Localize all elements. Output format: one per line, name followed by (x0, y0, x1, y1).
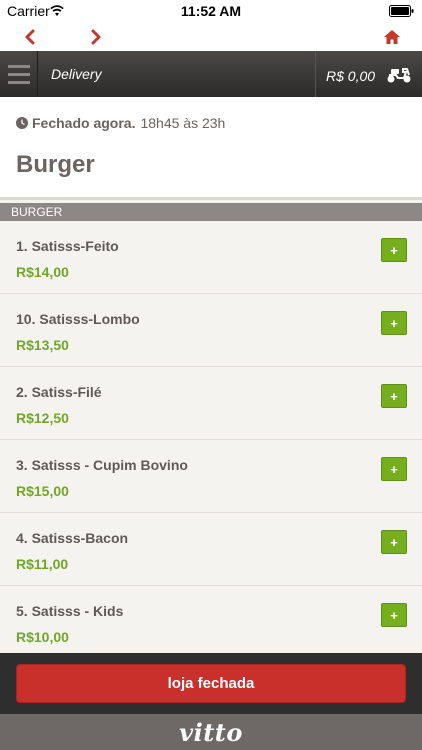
add-to-cart-button[interactable]: + (381, 384, 407, 408)
product-price: R$15,00 (16, 483, 69, 499)
battery-icon (389, 5, 414, 17)
app-header: Delivery R$ 0,00 (0, 51, 422, 97)
product-name: 10. Satisss-Lombo (16, 311, 140, 327)
product-name: 5. Satisss - Kids (16, 603, 124, 619)
scooter-icon[interactable] (386, 64, 412, 84)
store-status-label: Fechado agora. (32, 115, 136, 131)
add-to-cart-button[interactable]: + (381, 457, 407, 481)
home-icon (384, 30, 400, 44)
product-item[interactable]: 1. Satisss-Feito R$14,00 + (0, 221, 422, 294)
chevron-left-icon (25, 29, 35, 45)
product-price: R$12,50 (16, 410, 69, 426)
product-item[interactable]: 2. Satiss-Filé R$12,50 + (0, 367, 422, 440)
header-title: Delivery (51, 66, 102, 82)
product-name: 3. Satisss - Cupim Bovino (16, 457, 188, 473)
status-bar: Carrier 11:52 AM (0, 0, 422, 22)
store-info: Fechado agora. 18h45 às 23h Burger (0, 97, 422, 200)
section-header: BURGER (0, 203, 422, 221)
forward-button[interactable] (84, 25, 108, 49)
hamburger-menu-icon[interactable] (0, 51, 38, 97)
add-to-cart-button[interactable]: + (381, 311, 407, 335)
product-price: R$13,50 (16, 337, 69, 353)
add-to-cart-button[interactable]: + (381, 238, 407, 262)
store-closed-button[interactable]: loja fechada (16, 664, 406, 703)
back-button[interactable] (18, 25, 42, 49)
browser-nav-bar (0, 22, 422, 51)
product-name: 1. Satisss-Feito (16, 238, 119, 254)
add-to-cart-button[interactable]: + (381, 530, 407, 554)
vitto-logo: vitto (179, 717, 243, 747)
chevron-right-icon (91, 29, 101, 45)
header-divider (315, 51, 316, 97)
product-price: R$14,00 (16, 264, 69, 280)
add-to-cart-button[interactable]: + (381, 603, 407, 627)
product-name: 2. Satiss-Filé (16, 384, 102, 400)
product-list: 1. Satisss-Feito R$14,00 + 10. Satisss-L… (0, 221, 422, 659)
store-status-row: Fechado agora. 18h45 às 23h (16, 115, 225, 131)
store-hours: 18h45 às 23h (140, 115, 226, 131)
clock-time: 11:52 AM (180, 3, 242, 19)
product-name: 4. Satisss-Bacon (16, 530, 129, 546)
clock-icon (16, 117, 28, 129)
product-price: R$11,00 (16, 556, 69, 572)
cart-total[interactable]: R$ 0,00 (326, 68, 375, 84)
bottom-action-bar: loja fechada (0, 653, 422, 714)
product-item[interactable]: 10. Satisss-Lombo R$13,50 + (0, 294, 422, 367)
product-item[interactable]: 3. Satisss - Cupim Bovino R$15,00 + (0, 440, 422, 513)
product-price: R$10,00 (16, 629, 69, 645)
product-item[interactable]: 5. Satisss - Kids R$10,00 + (0, 586, 422, 659)
product-item[interactable]: 4. Satisss-Bacon R$11,00 + (0, 513, 422, 586)
home-button[interactable] (380, 25, 404, 49)
footer: vitto (0, 714, 422, 750)
category-title: Burger (16, 151, 95, 178)
